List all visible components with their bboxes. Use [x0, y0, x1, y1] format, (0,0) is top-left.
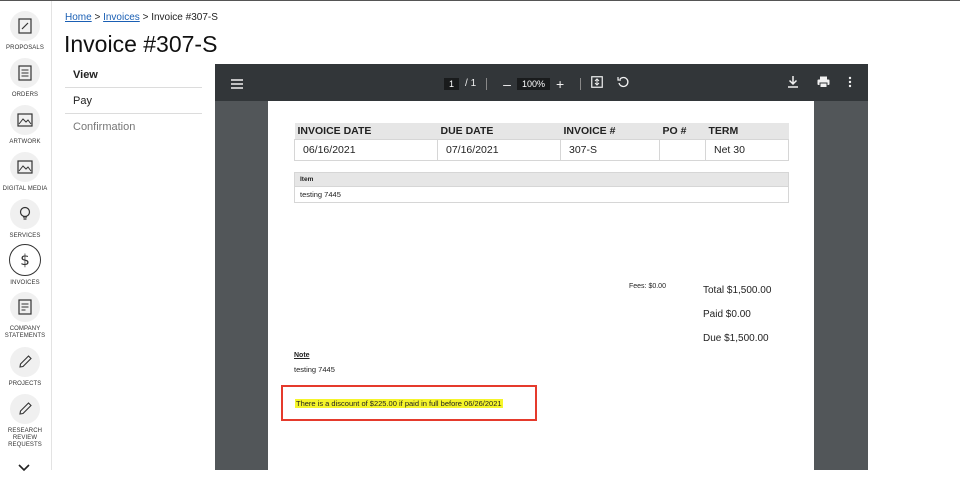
nav-item-digital-media[interactable]: DIGITAL MEDIA [0, 152, 50, 193]
statements-icon [10, 292, 40, 322]
nav-label: RESEARCH REVIEW REQUESTS [7, 428, 43, 448]
nav-label: ARTWORK [9, 139, 41, 145]
breadcrumb: Home > Invoices > Invoice #307-S [65, 12, 218, 23]
breadcrumb-home-link[interactable]: Home [65, 12, 92, 23]
pencil-icon [10, 394, 40, 424]
note-text: testing 7445 [294, 365, 335, 374]
column-header-invoice-date: INVOICE DATE [294, 123, 438, 140]
pdf-viewer[interactable]: 1 / 1 – 100% + INVOICE DATE DUE DATE INV… [215, 64, 868, 470]
due-date-value: 07/16/2021 [437, 139, 561, 161]
nav-item-orders[interactable]: ORDERS [0, 58, 50, 99]
page-title: Invoice #307-S [64, 31, 218, 57]
page-controls: 1 / 1 – 100% + [444, 76, 629, 91]
item-value: testing 7445 [294, 186, 789, 203]
print-icon[interactable] [817, 75, 830, 93]
toolbar-divider [580, 77, 582, 90]
download-icon[interactable] [787, 75, 799, 93]
nav-label: ORDERS [11, 92, 39, 98]
invoice-tabs: View Pay Confirmation [65, 62, 202, 140]
column-header-invoice-number: INVOICE # [560, 123, 660, 140]
totals-block: Total $1,500.00 Paid $0.00 Due $1,500.00 [703, 279, 771, 351]
nav-item-artwork[interactable]: ARTWORK [0, 105, 50, 146]
column-header-due-date: DUE DATE [437, 123, 561, 140]
paid-amount: Paid $0.00 [703, 309, 751, 320]
column-header-term: TERM [705, 123, 789, 140]
chevron-down-icon[interactable] [17, 459, 31, 477]
tab-view[interactable]: View [65, 62, 202, 88]
page-number-input[interactable]: 1 [444, 77, 460, 90]
toolbar-actions [787, 75, 852, 93]
column-header-item: Item [294, 172, 789, 187]
item-table: Item testing 7445 [294, 172, 789, 203]
breadcrumb-separator: > [94, 12, 101, 23]
nav-item-research-review-requests[interactable]: RESEARCH REVIEW REQUESTS [0, 394, 50, 449]
table-header-row: INVOICE DATE DUE DATE INVOICE # PO # TER… [294, 123, 789, 140]
orders-icon [10, 58, 40, 88]
window-top-border [0, 0, 960, 1]
zoom-level-input[interactable]: 100% [516, 77, 550, 90]
nav-item-company-statements[interactable]: COMPANY STATEMENTS [0, 292, 50, 340]
nav-item-invoices[interactable]: $ INVOICES [0, 244, 50, 287]
discount-annotation-box: There is a discount of $225.00 if paid i… [281, 385, 537, 421]
nav-label: COMPANY STATEMENTS [4, 326, 46, 339]
breadcrumb-current: Invoice #307-S [151, 12, 218, 23]
nav-label: SERVICES [9, 233, 41, 239]
lightbulb-icon [10, 199, 40, 229]
nav-item-projects[interactable]: PROJECTS [0, 347, 50, 388]
discount-message: There is a discount of $225.00 if paid i… [295, 398, 503, 408]
side-navigation: PROPOSALS ORDERS ARTWORK DIGITAL MEDIA S… [0, 1, 52, 472]
invoice-date-value: 06/16/2021 [294, 139, 438, 161]
invoice-details-table: INVOICE DATE DUE DATE INVOICE # PO # TER… [294, 123, 789, 161]
zoom-in-button[interactable]: + [556, 77, 564, 91]
nav-item-services[interactable]: SERVICES [0, 199, 50, 240]
pencil-icon [10, 347, 40, 377]
fees-amount: Fees: $0.00 [629, 283, 666, 290]
tab-confirmation[interactable]: Confirmation [65, 114, 202, 140]
toolbar-divider [486, 77, 488, 90]
nav-label: INVOICES [10, 280, 40, 286]
table-row: 06/16/2021 07/16/2021 307-S Net 30 [294, 139, 789, 161]
table-header-row: Item [294, 172, 789, 187]
total-amount: Total $1,500.00 [703, 285, 772, 296]
column-header-po: PO # [659, 123, 706, 140]
nav-label: DIGITAL MEDIA [2, 186, 48, 192]
po-value [659, 139, 706, 161]
pdf-toolbar: 1 / 1 – 100% + [215, 64, 868, 101]
svg-text:$: $ [20, 251, 30, 269]
due-amount: Due $1,500.00 [703, 333, 769, 344]
fit-page-icon[interactable] [591, 76, 604, 91]
more-options-icon[interactable] [848, 75, 852, 93]
term-value: Net 30 [705, 139, 789, 161]
table-row: testing 7445 [294, 186, 789, 203]
invoice-number-value: 307-S [560, 139, 660, 161]
note-heading: Note [294, 352, 310, 359]
rotate-icon[interactable] [617, 76, 629, 91]
page-total: / 1 [465, 78, 477, 89]
dollar-icon: $ [9, 244, 41, 276]
tab-pay[interactable]: Pay [65, 88, 202, 114]
zoom-out-button[interactable]: – [503, 77, 511, 91]
digital-media-icon [10, 152, 40, 182]
nav-item-proposals[interactable]: PROPOSALS [0, 11, 50, 52]
breadcrumb-invoices-link[interactable]: Invoices [103, 12, 140, 23]
proposal-icon [10, 11, 40, 41]
menu-icon[interactable] [231, 76, 243, 94]
nav-label: PROJECTS [8, 381, 42, 387]
pdf-page: INVOICE DATE DUE DATE INVOICE # PO # TER… [268, 101, 814, 470]
artwork-icon [10, 105, 40, 135]
nav-label: PROPOSALS [6, 45, 44, 51]
breadcrumb-separator: > [142, 12, 149, 23]
